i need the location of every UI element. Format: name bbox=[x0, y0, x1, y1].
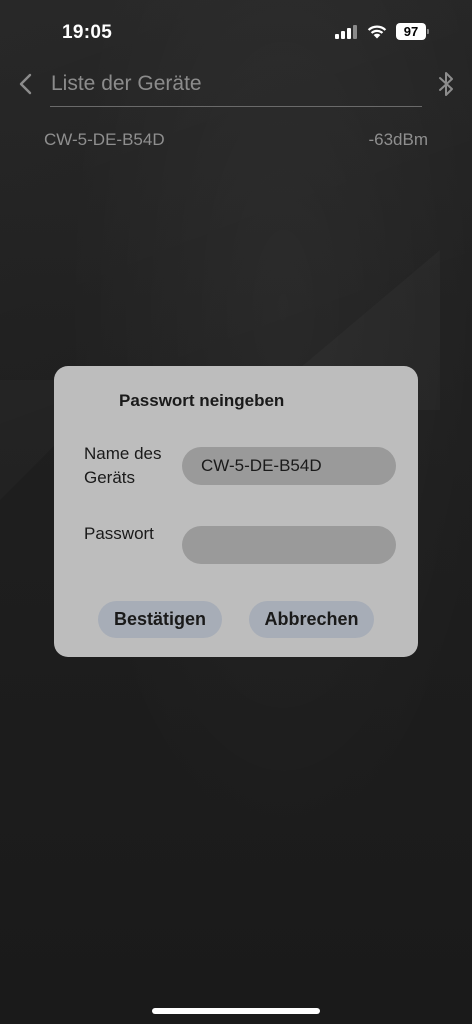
bluetooth-icon[interactable] bbox=[434, 70, 458, 98]
confirm-button[interactable]: Bestätigen bbox=[98, 601, 222, 638]
home-indicator[interactable] bbox=[152, 1008, 320, 1014]
title-divider bbox=[50, 106, 422, 107]
device-name: CW-5-DE-B54D bbox=[44, 130, 165, 149]
device-signal-strength: -63dBm bbox=[368, 130, 428, 149]
page-title: Liste der Geräte bbox=[51, 72, 202, 95]
dialog-title: Passwort neingeben bbox=[119, 391, 285, 410]
chevron-left-icon[interactable] bbox=[14, 70, 38, 98]
password-label: Passwort bbox=[84, 524, 154, 543]
device-name-field[interactable] bbox=[182, 447, 396, 485]
password-dialog: Passwort neingeben Name des Geräts Passw… bbox=[54, 366, 418, 657]
battery-icon: 97 bbox=[396, 23, 430, 40]
status-time: 19:05 bbox=[62, 22, 113, 43]
cellular-signal-icon bbox=[335, 25, 357, 39]
device-name-label: Name des Geräts bbox=[84, 444, 162, 487]
password-field[interactable] bbox=[182, 526, 396, 564]
battery-level: 97 bbox=[396, 23, 426, 40]
cancel-button[interactable]: Abbrechen bbox=[249, 601, 374, 638]
wifi-icon bbox=[367, 25, 387, 39]
status-bar: 19:05 97 bbox=[0, 0, 472, 60]
device-list-item[interactable]: CW-5-DE-B54D -63dBm bbox=[44, 128, 428, 154]
